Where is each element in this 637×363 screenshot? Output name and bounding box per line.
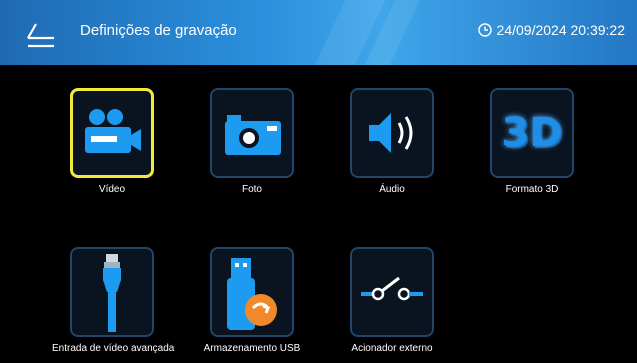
menu-item-advanced-video-input[interactable]: Entrada de vídeo avançada xyxy=(52,247,175,354)
back-arrow-icon[interactable] xyxy=(22,16,62,50)
menu-item-usb-storage[interactable]: Armazenamento USB xyxy=(192,247,312,354)
speaker-icon xyxy=(369,113,413,153)
menu-item-photo[interactable]: Foto xyxy=(192,88,312,195)
tile-label: Entrada de vídeo avançada xyxy=(52,343,175,354)
camera-icon xyxy=(225,115,281,155)
header-bar: Definições de gravação 24/09/2024 20:39:… xyxy=(0,0,637,65)
datetime-display: 24/09/2024 20:39:22 xyxy=(477,22,625,38)
tile-label: Vídeo xyxy=(98,184,126,195)
video-camera-icon xyxy=(85,109,141,153)
3d-icon: 3D xyxy=(501,110,563,156)
cable-icon xyxy=(103,254,121,332)
datetime-text: 24/09/2024 20:39:22 xyxy=(496,22,625,38)
3d-format-tile[interactable]: 3D xyxy=(490,88,574,178)
menu-item-video[interactable]: Vídeo xyxy=(52,88,172,195)
tile-label: Foto xyxy=(241,184,262,195)
usb-storage-icon xyxy=(227,258,277,330)
external-trigger-tile[interactable] xyxy=(350,247,434,337)
audio-tile[interactable] xyxy=(350,88,434,178)
tile-label: Áudio xyxy=(379,184,405,195)
usb-storage-tile[interactable] xyxy=(210,247,294,337)
video-tile[interactable] xyxy=(70,88,154,178)
clock-icon xyxy=(477,23,492,37)
page-title: Definições de gravação xyxy=(80,22,237,39)
menu-item-external-trigger[interactable]: Acionador externo xyxy=(332,247,452,354)
menu-item-audio[interactable]: Áudio xyxy=(332,88,452,195)
advanced-video-input-tile[interactable] xyxy=(70,247,154,337)
tile-label: Formato 3D xyxy=(505,184,559,195)
menu-item-3d-format[interactable]: 3D Formato 3D xyxy=(472,88,592,195)
tile-label: Armazenamento USB xyxy=(203,343,301,354)
trigger-switch-icon xyxy=(361,276,423,301)
photo-tile[interactable] xyxy=(210,88,294,178)
tile-label: Acionador externo xyxy=(351,343,433,354)
